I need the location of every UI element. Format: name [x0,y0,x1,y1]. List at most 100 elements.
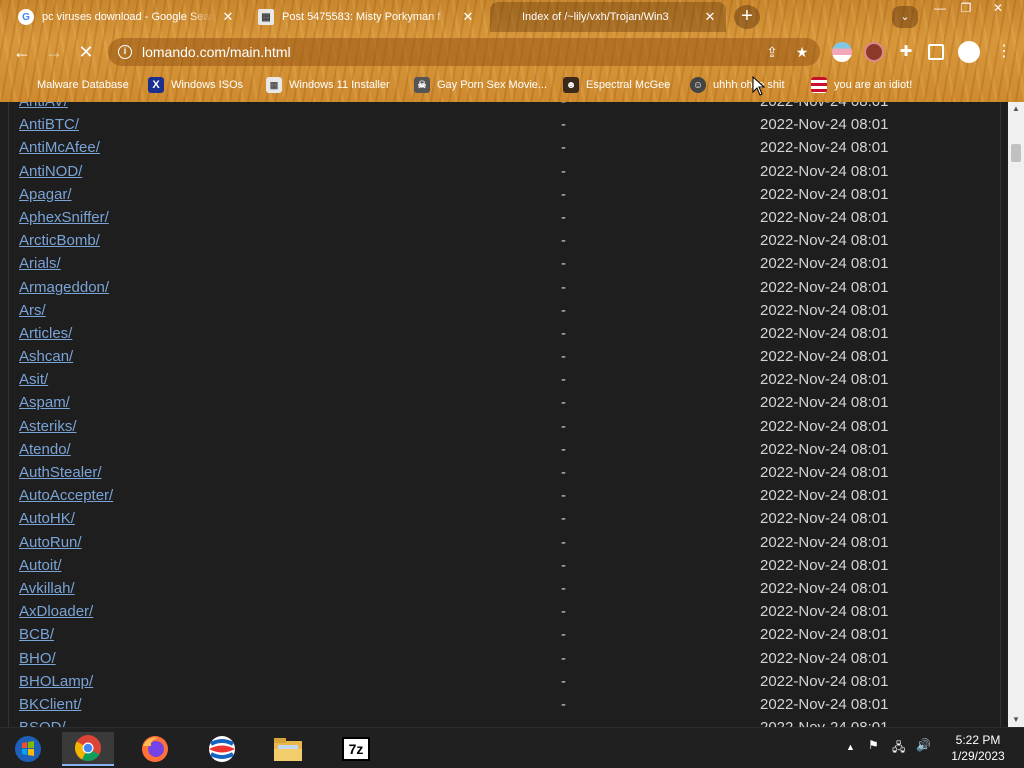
bookmark-windows-11-installer[interactable]: ▦ Windows 11 Installer [266,75,390,95]
directory-link[interactable]: Aspam/ [19,394,70,411]
directory-link[interactable]: Avkillah/ [19,580,75,597]
directory-link[interactable]: Asit/ [19,371,48,388]
close-icon[interactable]: ✕ [460,9,476,25]
directory-link[interactable]: Ars/ [19,302,46,319]
listing-row: Apagar/ - 2022-Nov-24 08:01 [0,183,1008,206]
page-icon [498,9,514,25]
directory-link[interactable]: AphexSniffer/ [19,209,109,226]
directory-link[interactable]: BSOD/ [19,719,66,727]
directory-link[interactable]: Autoit/ [19,557,62,574]
directory-link[interactable]: AxDloader/ [19,603,93,620]
listing-row: AutoRun/ - 2022-Nov-24 08:01 [0,531,1008,554]
tab-post[interactable]: ▦ Post 5475583: Misty Porkyman f ✕ [250,2,484,32]
bookmark-label: Gay Porn Sex Movie... [437,79,548,91]
volume-icon[interactable]: 🔊 [916,738,931,752]
directory-link[interactable]: Apagar/ [19,186,72,203]
modified-date-cell: 2022-Nov-24 08:01 [760,579,889,597]
directory-link[interactable]: AutoRun/ [19,534,82,551]
minimize-icon[interactable]: — [926,0,954,18]
close-icon[interactable]: ✕ [702,9,718,25]
share-icon[interactable]: ⇪ [760,44,784,61]
new-tab-button[interactable]: + [734,5,760,29]
directory-link[interactable]: BCB/ [19,626,54,643]
bookmark-windows-isos[interactable]: X Windows ISOs [148,75,243,95]
bookmark-you-are-an-idiot[interactable]: you are an idiot! [811,75,912,95]
profile-avatar-icon[interactable] [958,41,980,63]
chrome-icon[interactable] [62,732,114,766]
directory-link[interactable]: Armageddon/ [19,279,109,296]
bookmark-malware-database[interactable]: Malware Database [14,75,129,95]
start-icon[interactable] [2,732,54,766]
tab-google-search[interactable]: G pc viruses download - Google Sear ✕ [10,2,244,32]
size-cell: - [561,417,566,435]
extension-flag-icon[interactable] [832,42,852,62]
directory-link[interactable]: BHO/ [19,650,56,667]
scroll-thumb[interactable] [1011,144,1021,162]
directory-link[interactable]: AntiAV/ [19,102,68,110]
modified-date-cell: 2022-Nov-24 08:01 [760,672,889,690]
listing-row: BHO/ - 2022-Nov-24 08:01 [0,647,1008,670]
listing-row: AutoHK/ - 2022-Nov-24 08:01 [0,507,1008,530]
size-cell: - [561,102,566,110]
bookmark-star-icon[interactable]: ★ [790,44,814,61]
directory-link[interactable]: BKClient/ [19,696,82,713]
size-cell: - [561,394,566,412]
action-center-flag-icon[interactable]: ⚑ [868,738,879,752]
tab-index-trojan[interactable]: Index of /~lily/vxh/Trojan/Win3 ✕ [490,2,726,32]
directory-link[interactable]: Arials/ [19,255,61,272]
restore-icon[interactable]: ❐ [952,0,980,18]
bookmark-label: Espectral McGee [586,79,671,91]
system-clock[interactable]: 5:22 PM 1/29/2023 [938,732,1018,764]
bookmark-movie[interactable]: ☠ Gay Porn Sex Movie... [414,75,547,95]
directory-link[interactable]: Asteriks/ [19,418,77,435]
7zip-icon[interactable]: 7z [330,732,382,766]
scroll-down-arrow[interactable]: ▼ [1008,713,1024,727]
directory-link[interactable]: Atendo/ [19,441,71,458]
directory-link[interactable]: AntiNOD/ [19,163,82,180]
toolbar: ← → ✕ i lomando.com/main.html ⇪ ★ ✚ ⋮ [0,34,1024,70]
listing-row: Autoit/ - 2022-Nov-24 08:01 [0,554,1008,577]
tab-search-button[interactable]: ⌄ [892,6,918,28]
forward-button[interactable]: → [42,40,66,64]
directory-link[interactable]: Ashcan/ [19,348,73,365]
site-info-icon[interactable]: i [118,45,132,59]
browser-chrome: G pc viruses download - Google Sear ✕ ▦ … [0,0,1024,102]
directory-link[interactable]: AuthStealer/ [19,464,102,481]
size-cell: - [561,556,566,574]
bookmark-label: Windows ISOs [171,79,244,91]
close-icon[interactable]: ✕ [220,9,236,25]
show-hidden-icons-chevron-icon[interactable]: ▲ [846,742,855,752]
size-cell: - [561,672,566,690]
size-cell: - [561,695,566,713]
network-icon[interactable]: 🖧 [892,738,905,759]
modified-date-cell: 2022-Nov-24 08:01 [760,440,889,458]
modified-date-cell: 2022-Nov-24 08:01 [760,464,889,481]
modified-date-cell: 2022-Nov-24 08:01 [760,301,889,319]
scroll-up-arrow[interactable]: ▲ [1008,102,1024,116]
vertical-scrollbar[interactable]: ▲ ▼ [1008,102,1024,727]
modified-date-cell: 2022-Nov-24 08:01 [760,348,889,366]
directory-link[interactable]: AutoAccepter/ [19,487,113,504]
window-close-icon[interactable]: ✕ [984,0,1012,18]
address-bar[interactable]: i lomando.com/main.html ⇪ ★ [108,38,820,66]
stop-loading-button[interactable]: ✕ [74,40,98,64]
directory-link[interactable]: AntiBTC/ [19,116,79,133]
modified-date-cell: 2022-Nov-24 08:01 [760,139,889,157]
bookmark-uhhh[interactable]: ☺ uhhh oh le shit [690,75,785,95]
opera-icon[interactable] [196,732,248,766]
menu-kebab-icon[interactable]: ⋮ [992,40,1016,64]
directory-link[interactable]: AntiMcAfee/ [19,139,100,156]
directory-link[interactable]: Articles/ [19,325,72,342]
extension-avatar-icon[interactable] [864,42,884,62]
directory-link[interactable]: ArcticBomb/ [19,232,100,249]
bookmark-espectral-mcgee[interactable]: ☻ Espectral McGee [563,75,670,95]
directory-link[interactable]: BHOLamp/ [19,673,93,690]
firefox-icon[interactable] [129,732,181,766]
back-button[interactable]: ← [10,40,34,64]
mouse-cursor-icon [752,76,766,96]
directory-link[interactable]: AutoHK/ [19,510,75,527]
side-panel-icon[interactable] [928,44,944,60]
file-explorer-icon[interactable] [262,732,314,766]
modified-date-cell: 2022-Nov-24 08:01 [760,394,889,412]
extensions-puzzle-icon[interactable]: ✚ [896,42,916,62]
